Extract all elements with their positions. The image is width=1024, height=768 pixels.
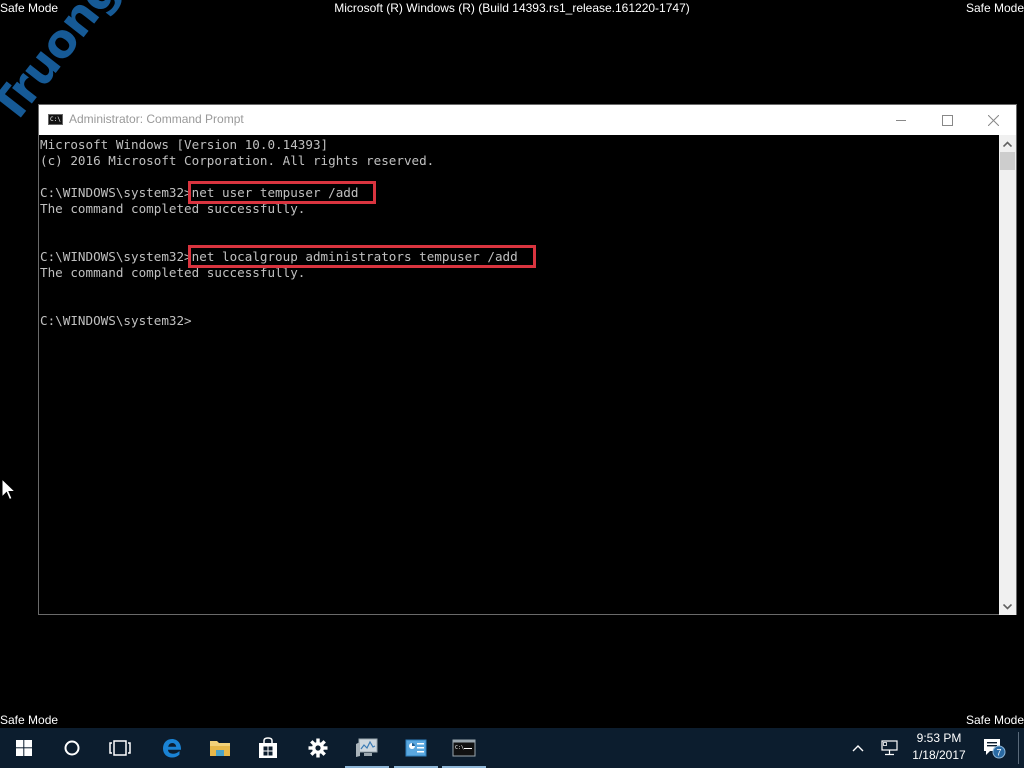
store-button[interactable] xyxy=(244,728,292,768)
console-output[interactable]: Microsoft Windows [Version 10.0.14393] (c… xyxy=(39,135,1000,615)
close-button[interactable] xyxy=(970,105,1016,135)
safe-mode-label-bottom-left: Safe Mode xyxy=(0,713,59,727)
start-button[interactable] xyxy=(0,728,48,768)
clock-time: 9:53 PM xyxy=(916,731,962,745)
console-line: (c) 2016 Microsoft Corporation. All righ… xyxy=(40,153,1000,169)
circle-icon xyxy=(64,740,80,756)
edge-icon xyxy=(163,739,182,758)
close-icon xyxy=(987,114,999,126)
console-line: The command completed successfully. xyxy=(40,265,1000,281)
chevron-up-icon xyxy=(852,745,864,752)
maximize-button[interactable] xyxy=(924,105,970,135)
chevron-down-icon xyxy=(1003,603,1012,610)
store-bag-icon xyxy=(259,737,277,758)
console-text: C:\WINDOWS\system32> xyxy=(40,249,192,264)
console-line: C:\WINDOWS\system32>net localgroup admin… xyxy=(40,245,1000,268)
console-line: C:\WINDOWS\system32> xyxy=(40,313,1000,329)
window-title: Administrator: Command Prompt xyxy=(69,112,244,126)
mouse-cursor-icon xyxy=(1,478,17,501)
edge-button[interactable] xyxy=(148,728,196,768)
minimize-icon xyxy=(896,119,906,121)
highlighted-command: net localgroup administrators tempuser /… xyxy=(187,245,536,268)
console-text: (c) 2016 Microsoft Corporation. All righ… xyxy=(40,153,435,168)
action-center-button[interactable]: 7 xyxy=(978,728,1010,768)
control-panel-icon xyxy=(405,739,427,757)
performance-monitor-button[interactable] xyxy=(343,728,391,768)
scroll-down-button[interactable] xyxy=(999,598,1016,615)
notification-icon: 7 xyxy=(984,739,1006,759)
title-bar[interactable]: C:\ Administrator: Command Prompt xyxy=(39,105,1016,135)
build-string: Microsoft (R) Windows (R) (Build 14393.r… xyxy=(334,1,690,15)
settings-button[interactable] xyxy=(294,728,342,768)
svg-text:C:\: C:\ xyxy=(455,745,464,751)
console-text: C:\WINDOWS\system32> xyxy=(40,185,192,200)
task-view-icon xyxy=(109,740,131,756)
monitor-chart-icon xyxy=(356,738,378,757)
network-button[interactable] xyxy=(876,728,904,768)
console-text: C:\WINDOWS\system32> xyxy=(40,313,192,328)
safe-mode-label-bottom-right: Safe Mode xyxy=(965,713,1024,727)
windows-logo-icon xyxy=(16,740,32,756)
show-hidden-icons-button[interactable] xyxy=(846,728,870,768)
scroll-thumb[interactable] xyxy=(1000,152,1015,170)
gear-icon xyxy=(308,738,328,758)
cortana-button[interactable] xyxy=(48,728,96,768)
clock[interactable]: 9:53 PM 1/18/2017 xyxy=(906,730,972,764)
cmd-icon: C:\ xyxy=(48,114,63,125)
console-text: The command completed successfully. xyxy=(40,265,306,280)
show-desktop-button[interactable] xyxy=(1018,732,1019,764)
taskbar: C:\ 9:53 PM 1/18/2017 7 xyxy=(0,728,1024,768)
console-line: Microsoft Windows [Version 10.0.14393] xyxy=(40,137,1000,153)
maximize-icon xyxy=(941,114,953,126)
cmd-icon: C:\ xyxy=(452,739,476,757)
network-icon xyxy=(881,740,898,756)
file-explorer-button[interactable] xyxy=(196,728,244,768)
highlighted-command: net user tempuser /add xyxy=(187,181,377,204)
clock-date: 1/18/2017 xyxy=(912,748,966,762)
safe-mode-label-top-right: Safe Mode xyxy=(965,1,1024,15)
console-text: Microsoft Windows [Version 10.0.14393] xyxy=(40,137,329,152)
chevron-up-icon xyxy=(1003,140,1012,147)
scroll-up-button[interactable] xyxy=(999,135,1016,152)
task-view-button[interactable] xyxy=(96,728,144,768)
command-prompt-button[interactable]: C:\ xyxy=(440,728,488,768)
command-prompt-window[interactable]: C:\ Administrator: Command Prompt Micros… xyxy=(38,104,1017,615)
folder-icon xyxy=(210,741,230,756)
vertical-scrollbar[interactable] xyxy=(999,135,1016,615)
console-text: The command completed successfully. xyxy=(40,201,306,216)
minimize-button[interactable] xyxy=(878,105,924,135)
console-line: C:\WINDOWS\system32>net user tempuser /a… xyxy=(40,181,1000,204)
control-panel-button[interactable] xyxy=(392,728,440,768)
notification-count: 7 xyxy=(996,748,1001,758)
console-line: The command completed successfully. xyxy=(40,201,1000,217)
